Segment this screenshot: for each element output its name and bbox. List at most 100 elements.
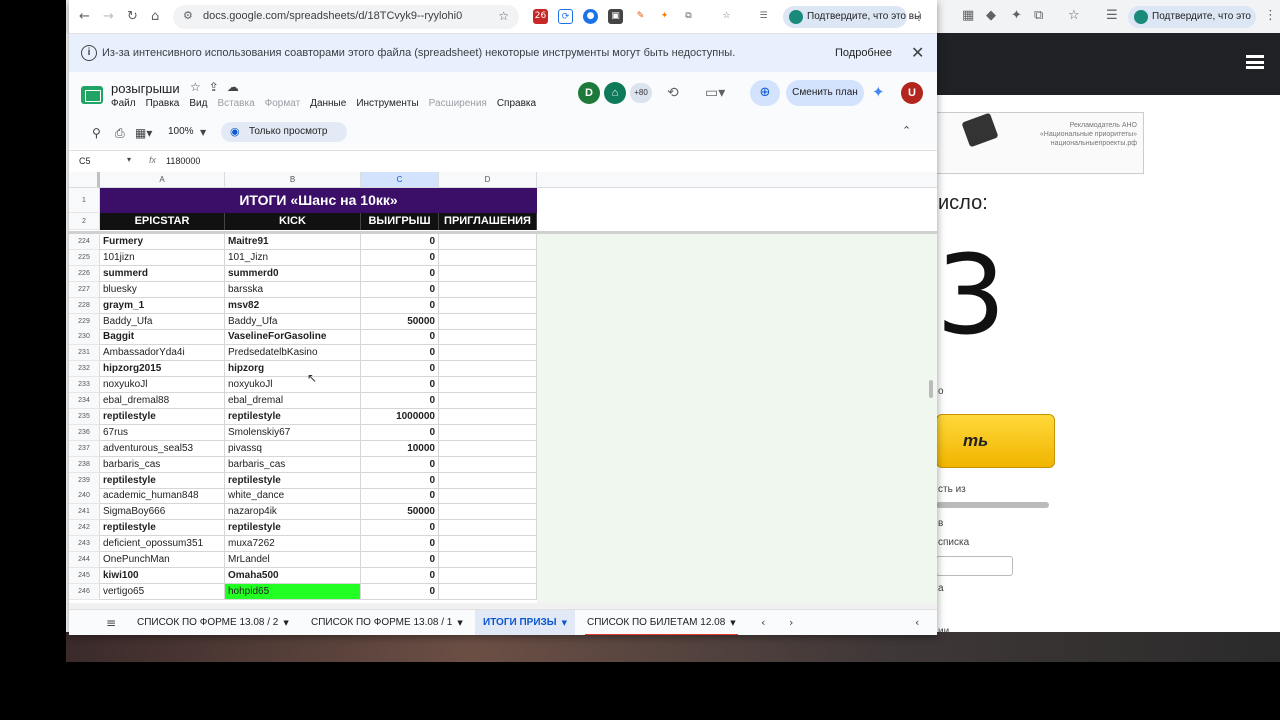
print-icon[interactable]: ⎙ xyxy=(115,126,125,141)
puzzle-icon[interactable]: ⧉ xyxy=(681,9,696,24)
avatar[interactable]: U xyxy=(901,82,923,104)
table-cell[interactable] xyxy=(439,488,537,505)
collapse-menu-icon[interactable]: ⌃ xyxy=(902,124,911,137)
move-icon[interactable]: ⇪ xyxy=(209,80,227,94)
row-header[interactable]: 240 xyxy=(69,488,100,505)
star-icon[interactable]: ☆ xyxy=(1068,8,1080,23)
table-cell[interactable] xyxy=(439,552,537,568)
table-cell[interactable]: Baddy_Ufa xyxy=(100,313,225,330)
menu-kebab-icon[interactable]: ⋮ xyxy=(913,9,925,23)
table-cell[interactable]: 10000 xyxy=(361,440,439,457)
more-collaborators-badge[interactable]: +80 xyxy=(630,83,652,103)
history-icon[interactable]: ⟲ xyxy=(667,85,679,101)
table-cell[interactable]: bluesky xyxy=(100,281,225,298)
column-header[interactable]: C xyxy=(361,172,439,188)
reload-icon[interactable]: ↻ xyxy=(127,9,138,24)
table-cell[interactable]: 0 xyxy=(361,361,439,378)
action-button[interactable]: ть xyxy=(936,414,1055,468)
header-cell[interactable]: ВЫИГРЫШ xyxy=(361,213,439,230)
table-cell[interactable]: 0 xyxy=(361,583,439,600)
table-cell[interactable]: 0 xyxy=(361,520,439,537)
table-cell[interactable]: 1000000 xyxy=(361,408,439,425)
table-cell[interactable] xyxy=(439,583,537,600)
table-cell[interactable]: Baddy_Ufa xyxy=(225,313,361,330)
column-header[interactable]: D xyxy=(439,172,537,188)
table-cell[interactable]: 0 xyxy=(361,424,439,441)
table-cell[interactable] xyxy=(439,313,537,330)
puzzle-icon[interactable]: ⧉ xyxy=(1034,8,1043,23)
home-icon[interactable]: ⌂ xyxy=(151,9,159,24)
scroll-right-icon[interactable]: › xyxy=(789,616,793,629)
chevron-down-icon[interactable]: ▼ xyxy=(457,619,462,627)
scroll-left-icon[interactable]: ‹ xyxy=(761,616,765,629)
table-cell[interactable]: adventurous_seal53 xyxy=(100,440,225,457)
table-cell[interactable]: white_dance xyxy=(225,488,361,505)
table-cell[interactable]: 0 xyxy=(361,297,439,314)
table-cell[interactable] xyxy=(439,297,537,314)
row-header[interactable]: 233 xyxy=(69,377,100,394)
row-header[interactable]: 236 xyxy=(69,424,100,441)
table-cell[interactable]: SigmaBoy666 xyxy=(100,504,225,521)
row-header[interactable]: 226 xyxy=(69,265,100,282)
table-cell[interactable]: reptilestyle xyxy=(100,520,225,537)
bookmark-star-icon[interactable]: ☆ xyxy=(498,9,509,23)
star-icon[interactable]: ☆ xyxy=(719,9,734,24)
sheet-tab[interactable]: СПИСОК ПО БИЛЕТАМ 12.08 ▼ xyxy=(579,610,744,635)
column-header[interactable]: B xyxy=(225,172,361,188)
zoom-select[interactable]: 100% xyxy=(168,126,194,137)
search-icon[interactable]: ⚲ xyxy=(92,126,101,140)
table-cell[interactable]: noxyukoJl xyxy=(225,377,361,394)
table-cell[interactable]: 67rus xyxy=(100,424,225,441)
row-header[interactable]: 2 xyxy=(69,213,100,230)
row-header[interactable]: 246 xyxy=(69,583,100,600)
row-header[interactable]: 238 xyxy=(69,456,100,473)
row-header[interactable]: 1 xyxy=(69,188,100,213)
row-header[interactable]: 230 xyxy=(69,329,100,346)
row-header[interactable]: 234 xyxy=(69,393,100,409)
table-cell[interactable]: Maitre91 xyxy=(225,234,361,250)
sheet-tab[interactable]: СПИСОК ПО ФОРМЕ 13.08 / 1 ▼ xyxy=(303,610,471,635)
table-cell[interactable]: 0 xyxy=(361,281,439,298)
chevron-down-icon[interactable]: ▼ xyxy=(562,619,567,627)
select-all-corner[interactable] xyxy=(69,172,100,188)
table-cell[interactable]: Furmery xyxy=(100,234,225,250)
chevron-down-icon[interactable]: ▼ xyxy=(283,619,288,627)
table-cell[interactable]: 0 xyxy=(361,536,439,553)
menu-view[interactable]: Вид xyxy=(189,98,207,109)
table-cell[interactable]: 0 xyxy=(361,234,439,250)
chevron-down-icon[interactable]: ▼ xyxy=(730,619,735,627)
advertisement-banner[interactable]: Рекламодатель АНО «Национальные приорите… xyxy=(936,112,1144,174)
chevron-down-icon[interactable]: ▾ xyxy=(127,155,131,164)
menu-tools[interactable]: Инструменты xyxy=(356,98,418,109)
sheet-title-cell[interactable]: ИТОГИ «Шанс на 10кк» xyxy=(100,188,537,213)
table-cell[interactable]: 0 xyxy=(361,345,439,362)
row-header[interactable]: 243 xyxy=(69,536,100,553)
table-cell[interactable] xyxy=(439,361,537,378)
calendar-extension-icon[interactable]: 26 xyxy=(533,9,548,24)
collapse-sidebar-icon[interactable]: ‹ xyxy=(915,616,919,629)
table-cell[interactable]: hipzorg2015 xyxy=(100,361,225,378)
menu-insert[interactable]: Вставка xyxy=(217,98,254,109)
table-cell[interactable] xyxy=(439,329,537,346)
forward-icon[interactable]: → xyxy=(103,9,114,24)
table-cell[interactable] xyxy=(439,520,537,537)
table-cell[interactable] xyxy=(439,472,537,489)
table-cell[interactable]: VaselineForGasoline xyxy=(225,329,361,346)
table-cell[interactable]: 0 xyxy=(361,265,439,282)
hamburger-menu-icon[interactable] xyxy=(1246,55,1264,69)
table-cell[interactable]: kiwi100 xyxy=(100,567,225,584)
table-cell[interactable]: hohpid65 xyxy=(225,583,361,600)
sheet-tab[interactable]: СПИСОК ПО ФОРМЕ 13.08 / 2 ▼ xyxy=(129,610,297,635)
notice-more-link[interactable]: Подробнее xyxy=(835,47,892,59)
table-cell[interactable]: 0 xyxy=(361,249,439,266)
empty-sheet-area[interactable] xyxy=(537,234,937,605)
header-cell[interactable]: KICK xyxy=(225,213,361,230)
spreadsheet-grid[interactable]: A B C D 1 2 ИТОГИ «Шанс на 10кк» EPICSTA… xyxy=(69,172,937,605)
table-cell[interactable]: graym_1 xyxy=(100,297,225,314)
menu-data[interactable]: Данные xyxy=(310,98,346,109)
table-cell[interactable]: 101jizn xyxy=(100,249,225,266)
table-cell[interactable]: AmbassadorYda4i xyxy=(100,345,225,362)
extension-icon[interactable]: ▦ xyxy=(962,8,974,23)
row-header[interactable]: 245 xyxy=(69,567,100,584)
table-cell[interactable]: PredsedatelbKasino xyxy=(225,345,361,362)
